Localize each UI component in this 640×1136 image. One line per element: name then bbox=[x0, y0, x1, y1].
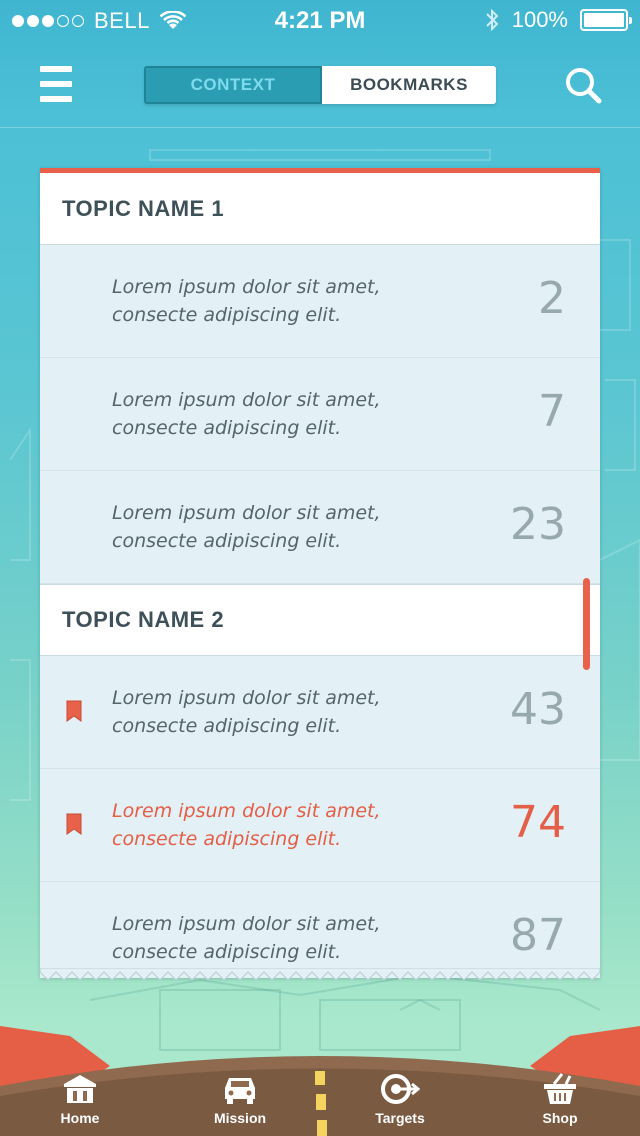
item-count: 23 bbox=[510, 499, 566, 550]
item-count: 74 bbox=[510, 797, 566, 848]
tab-label: Home bbox=[60, 1110, 100, 1126]
home-icon bbox=[64, 1075, 96, 1103]
item-text: Lorem ipsum dolor sit amet, consecte adi… bbox=[112, 800, 381, 850]
basket-icon bbox=[544, 1073, 576, 1104]
topic-header: TOPIC NAME 2 bbox=[40, 584, 600, 656]
status-bar: BELL 4:21 PM 100% bbox=[0, 0, 640, 40]
list-item[interactable]: Lorem ipsum dolor sit amet, consecte adi… bbox=[40, 882, 600, 978]
tab-bookmarks[interactable]: BOOKMARKS bbox=[322, 66, 496, 104]
list-item[interactable]: Lorem ipsum dolor sit amet, consecte adi… bbox=[40, 471, 600, 584]
battery-fill bbox=[584, 13, 624, 27]
navigation-bar: CONTEXT BOOKMARKS bbox=[0, 40, 640, 128]
item-text: Lorem ipsum dolor sit amet, consecte adi… bbox=[112, 389, 381, 439]
tab-context[interactable]: CONTEXT bbox=[144, 66, 322, 104]
tab-home[interactable]: Home bbox=[0, 1056, 160, 1136]
item-count: 43 bbox=[510, 684, 566, 735]
menu-line bbox=[40, 66, 72, 72]
item-text: Lorem ipsum dolor sit amet, consecte adi… bbox=[112, 276, 381, 326]
bookmark-icon[interactable] bbox=[66, 813, 82, 835]
battery-percent: 100% bbox=[511, 7, 568, 32]
target-icon bbox=[381, 1074, 420, 1104]
segmented-control: CONTEXT BOOKMARKS bbox=[144, 66, 496, 104]
menu-line bbox=[40, 96, 72, 102]
topic-title: TOPIC NAME 2 bbox=[62, 607, 225, 632]
car-icon bbox=[225, 1078, 255, 1104]
tab-shop[interactable]: Shop bbox=[480, 1056, 640, 1136]
item-text: Lorem ipsum dolor sit amet, consecte adi… bbox=[112, 502, 381, 552]
bookmark-icon[interactable] bbox=[66, 700, 82, 722]
tab-targets[interactable]: Targets bbox=[320, 1056, 480, 1136]
item-count: 7 bbox=[538, 386, 566, 437]
card-torn-edge bbox=[40, 968, 600, 981]
bottom-tab-bar: Home Mission Targets Shop bbox=[0, 1056, 640, 1136]
tab-label: Shop bbox=[542, 1110, 578, 1126]
list-item[interactable]: Lorem ipsum dolor sit amet, consecte adi… bbox=[40, 656, 600, 769]
topics-card: TOPIC NAME 1 Lorem ipsum dolor sit amet,… bbox=[40, 168, 600, 978]
topics-list[interactable]: TOPIC NAME 1 Lorem ipsum dolor sit amet,… bbox=[40, 173, 600, 978]
menu-line bbox=[40, 81, 72, 87]
item-count: 87 bbox=[510, 910, 566, 961]
list-item[interactable]: Lorem ipsum dolor sit amet, consecte adi… bbox=[40, 358, 600, 471]
topic-title: TOPIC NAME 1 bbox=[62, 195, 225, 221]
list-item[interactable]: Lorem ipsum dolor sit amet, consecte adi… bbox=[40, 245, 600, 358]
bluetooth-icon bbox=[486, 8, 499, 32]
list-item-selected[interactable]: Lorem ipsum dolor sit amet, consecte adi… bbox=[40, 769, 600, 882]
scrollbar[interactable] bbox=[583, 578, 590, 670]
item-text: Lorem ipsum dolor sit amet, consecte adi… bbox=[112, 687, 381, 737]
search-icon[interactable] bbox=[564, 66, 602, 104]
item-count: 2 bbox=[538, 273, 566, 324]
tab-label: Targets bbox=[375, 1110, 425, 1126]
tab-label: Mission bbox=[213, 1110, 267, 1126]
item-text: Lorem ipsum dolor sit amet, consecte adi… bbox=[112, 913, 381, 963]
tab-mission[interactable]: Mission bbox=[160, 1056, 320, 1136]
topic-header: TOPIC NAME 1 bbox=[40, 173, 600, 245]
status-right: 100% bbox=[484, 7, 632, 33]
battery-icon bbox=[580, 9, 632, 31]
hamburger-menu-icon[interactable] bbox=[40, 66, 72, 102]
